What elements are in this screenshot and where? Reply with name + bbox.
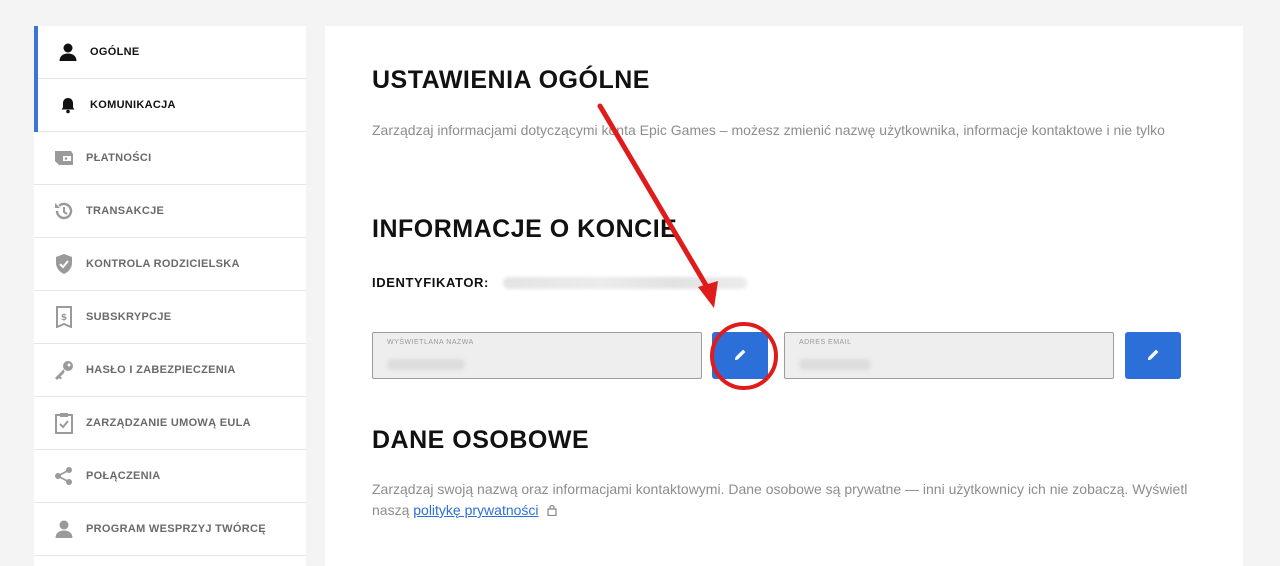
share-icon bbox=[52, 464, 76, 488]
sidebar-item-label: TRANSAKCJE bbox=[86, 205, 165, 217]
settings-panel: USTAWIENIA OGÓLNE Zarządzaj informacjami… bbox=[325, 26, 1243, 566]
sidebar-item-label: KOMUNIKACJA bbox=[90, 99, 176, 111]
email-label: ADRES EMAIL bbox=[799, 339, 852, 346]
lock-icon bbox=[546, 501, 557, 522]
shield-check-icon bbox=[52, 252, 76, 276]
sidebar-item-label: POŁĄCZENIA bbox=[86, 470, 161, 482]
email-field[interactable]: ADRES EMAIL bbox=[784, 332, 1114, 379]
sidebar-item-label: PROGRAM WESPRZYJ TWÓRCĘ bbox=[86, 523, 266, 535]
sidebar-item-password-security[interactable]: HASŁO I ZABEZPIECZENIA bbox=[34, 344, 306, 397]
clipboard-check-icon bbox=[52, 411, 76, 435]
pencil-icon bbox=[1147, 348, 1160, 364]
history-icon bbox=[52, 199, 76, 223]
display-name-value-blurred bbox=[387, 359, 465, 370]
sidebar-item-parental-controls[interactable]: KONTROLA RODZICIELSKA bbox=[34, 238, 306, 291]
creator-icon bbox=[52, 517, 76, 541]
account-info-heading: INFORMACJE O KONCIE bbox=[372, 215, 678, 243]
display-name-field[interactable]: WYŚWIETLANA NAZWA bbox=[372, 332, 702, 379]
sidebar-item-label: KONTROLA RODZICIELSKA bbox=[86, 258, 240, 270]
personal-data-description: Zarządzaj swoją nazwą oraz informacjami … bbox=[372, 479, 1222, 522]
sidebar-item-communication[interactable]: KOMUNIKACJA bbox=[34, 79, 306, 132]
account-id-value-blurred bbox=[502, 276, 747, 289]
email-value-blurred bbox=[799, 359, 871, 370]
page-description: Zarządzaj informacjami dotyczącymi konta… bbox=[372, 122, 1165, 138]
page-title: USTAWIENIA OGÓLNE bbox=[372, 66, 650, 94]
subscription-icon: $ bbox=[52, 305, 76, 329]
wallet-icon bbox=[52, 146, 76, 170]
user-icon bbox=[56, 40, 80, 64]
sidebar-item-payments[interactable]: PŁATNOŚCI bbox=[34, 132, 306, 185]
settings-sidebar: OGÓLNE KOMUNIKACJA PŁATNOŚCI TRANSAKCJE … bbox=[34, 26, 306, 566]
bell-icon bbox=[56, 93, 80, 117]
pencil-icon bbox=[734, 348, 747, 364]
edit-display-name-button[interactable] bbox=[712, 332, 768, 379]
sidebar-item-general[interactable]: OGÓLNE bbox=[34, 26, 306, 79]
sidebar-item-connections[interactable]: POŁĄCZENIA bbox=[34, 450, 306, 503]
account-id-row: IDENTYFIKATOR: bbox=[372, 275, 747, 290]
display-name-label: WYŚWIETLANA NAZWA bbox=[387, 339, 474, 346]
privacy-policy-link[interactable]: politykę prywatności bbox=[413, 502, 538, 518]
sidebar-item-transactions[interactable]: TRANSAKCJE bbox=[34, 185, 306, 238]
svg-text:$: $ bbox=[61, 313, 67, 323]
sidebar-item-label: HASŁO I ZABEZPIECZENIA bbox=[86, 364, 236, 376]
sidebar-item-eula[interactable]: ZARZĄDZANIE UMOWĄ EULA bbox=[34, 397, 306, 450]
account-id-label: IDENTYFIKATOR: bbox=[372, 275, 489, 290]
sidebar-item-label: PŁATNOŚCI bbox=[86, 152, 152, 164]
sidebar-item-label: ZARZĄDZANIE UMOWĄ EULA bbox=[86, 417, 251, 429]
sidebar-item-label: OGÓLNE bbox=[90, 46, 140, 58]
sidebar-item-support-creator[interactable]: PROGRAM WESPRZYJ TWÓRCĘ bbox=[34, 503, 306, 556]
key-icon bbox=[52, 358, 76, 382]
personal-data-heading: DANE OSOBOWE bbox=[372, 426, 590, 454]
edit-email-button[interactable] bbox=[1125, 332, 1181, 379]
sidebar-item-label: SUBSKRYPCJE bbox=[86, 311, 172, 323]
sidebar-item-subscriptions[interactable]: $ SUBSKRYPCJE bbox=[34, 291, 306, 344]
